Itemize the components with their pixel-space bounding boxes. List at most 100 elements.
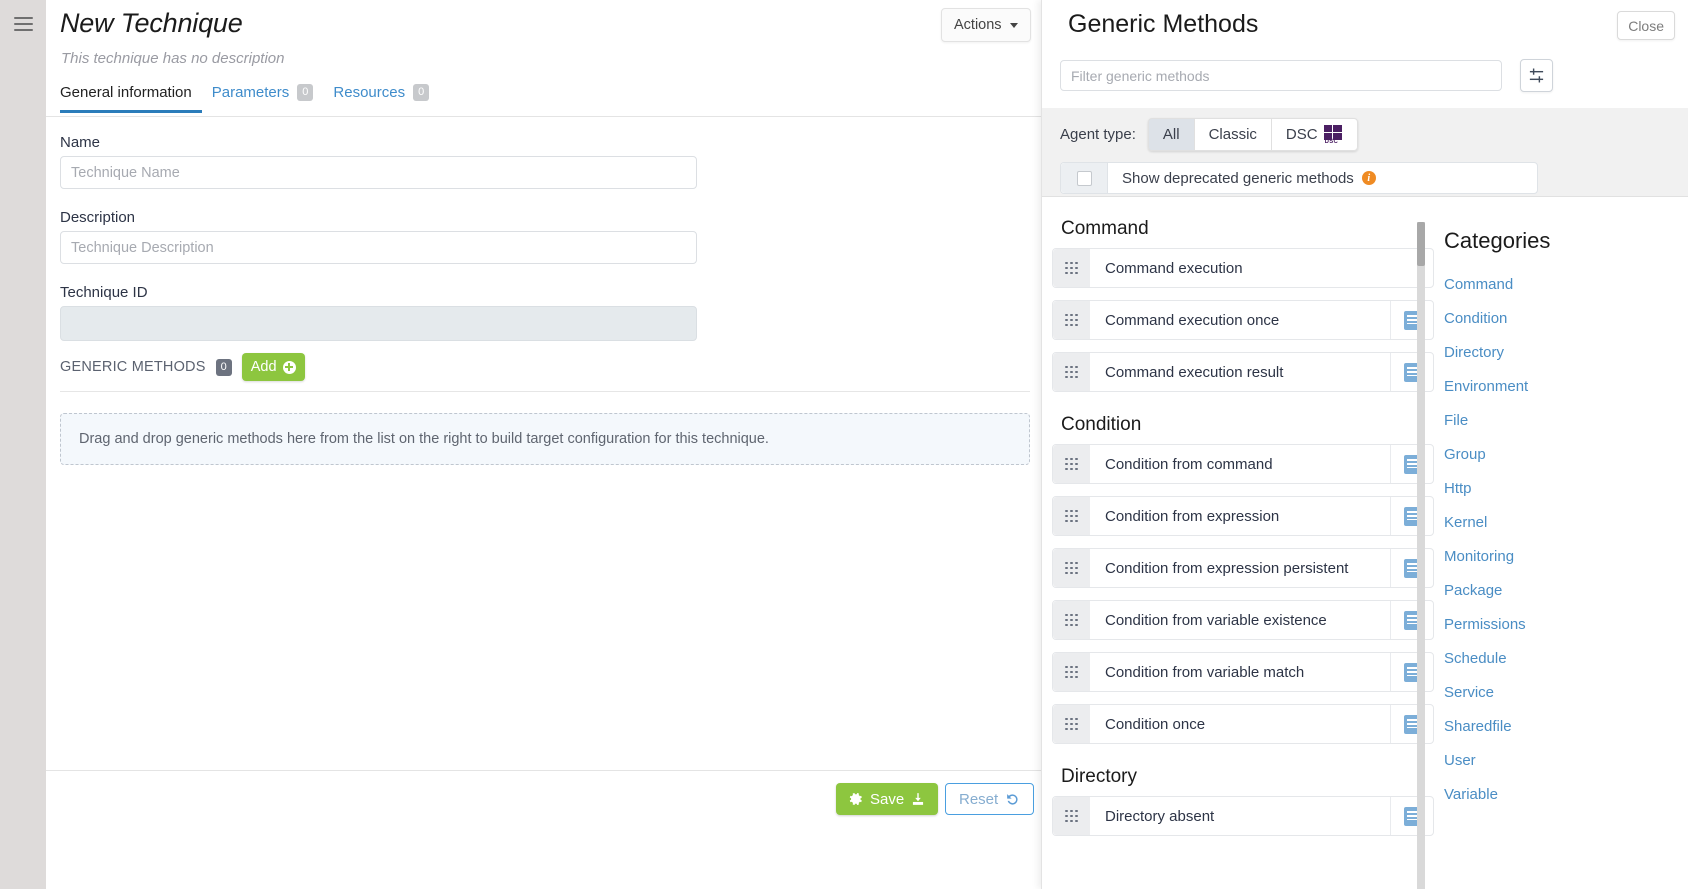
generic-method-row[interactable]: Condition once xyxy=(1052,704,1434,744)
method-documentation-button[interactable] xyxy=(1390,705,1433,743)
category-link-sharedfile[interactable]: Sharedfile xyxy=(1444,710,1688,744)
generic-methods-list[interactable]: CommandCommand execution Command executio… xyxy=(1052,208,1434,889)
method-documentation-button[interactable] xyxy=(1390,549,1433,587)
tab-badge-parameters: 0 xyxy=(297,84,313,101)
category-link-variable[interactable]: Variable xyxy=(1444,778,1688,812)
agent-type-option-classic[interactable]: Classic xyxy=(1194,118,1271,151)
generic-method-row[interactable]: Command execution result xyxy=(1052,352,1434,392)
category-link-user[interactable]: User xyxy=(1444,744,1688,778)
generic-method-row[interactable]: Condition from expression persistent xyxy=(1052,548,1434,588)
left-sidebar-rail xyxy=(0,0,46,889)
drag-handle-icon[interactable] xyxy=(1053,497,1090,535)
generic-method-name: Condition from variable match xyxy=(1090,653,1390,691)
dsc-logo-icon: DSC xyxy=(1324,125,1343,145)
description-input[interactable] xyxy=(60,231,697,264)
actions-button[interactable]: Actions xyxy=(941,8,1031,42)
category-link-monitoring[interactable]: Monitoring xyxy=(1444,540,1688,574)
tab-bar: General information Parameters 0 Resourc… xyxy=(60,84,1041,116)
save-button-label: Save xyxy=(870,791,904,808)
show-deprecated-checkbox-cell[interactable] xyxy=(1061,163,1108,193)
drag-handle-icon[interactable] xyxy=(1053,445,1090,483)
drag-handle-icon[interactable] xyxy=(1053,653,1090,691)
method-documentation-button[interactable] xyxy=(1390,445,1433,483)
generic-method-name: Condition from variable existence xyxy=(1090,601,1390,639)
hamburger-menu-icon[interactable] xyxy=(14,17,33,31)
tab-label: General information xyxy=(60,84,192,101)
drag-handle-icon[interactable] xyxy=(1053,797,1090,835)
generic-method-row[interactable]: Condition from variable match xyxy=(1052,652,1434,692)
methods-list-scrollbar[interactable] xyxy=(1417,222,1425,889)
method-documentation-button[interactable] xyxy=(1390,797,1433,835)
agent-type-option-all[interactable]: All xyxy=(1148,118,1194,151)
technique-id-input[interactable] xyxy=(60,306,697,341)
drag-handle-icon[interactable] xyxy=(1053,549,1090,587)
name-field-label: Name xyxy=(60,134,100,151)
dsc-logo-text: DSC xyxy=(1325,139,1339,145)
agent-type-option-label: All xyxy=(1163,126,1180,143)
category-link-file[interactable]: File xyxy=(1444,404,1688,438)
show-deprecated-checkbox[interactable] xyxy=(1077,171,1092,186)
drag-handle-icon[interactable] xyxy=(1053,601,1090,639)
sliders-icon xyxy=(1528,67,1545,84)
name-input[interactable] xyxy=(60,156,697,189)
methods-list-scrollbar-thumb[interactable] xyxy=(1417,222,1425,266)
category-link-condition[interactable]: Condition xyxy=(1444,302,1688,336)
generic-method-row[interactable]: Command execution once xyxy=(1052,300,1434,340)
tab-parameters[interactable]: Parameters 0 xyxy=(202,84,324,113)
category-link-service[interactable]: Service xyxy=(1444,676,1688,710)
method-documentation-button[interactable] xyxy=(1390,653,1433,691)
generic-method-row[interactable]: Condition from expression xyxy=(1052,496,1434,536)
agent-type-button-group: All Classic DSC DSC xyxy=(1148,118,1358,151)
chevron-down-icon xyxy=(1010,23,1018,28)
generic-method-name: Command execution result xyxy=(1090,353,1390,391)
save-button[interactable]: Save xyxy=(836,783,938,815)
category-link-environment[interactable]: Environment xyxy=(1444,370,1688,404)
drag-handle-icon[interactable] xyxy=(1053,301,1090,339)
generic-method-row[interactable]: Condition from variable existence xyxy=(1052,600,1434,640)
show-deprecated-row[interactable]: Show deprecated generic methods i xyxy=(1060,162,1538,194)
category-link-schedule[interactable]: Schedule xyxy=(1444,642,1688,676)
generic-method-row[interactable]: Command execution xyxy=(1052,248,1434,288)
reset-button[interactable]: Reset xyxy=(945,783,1034,815)
method-documentation-button[interactable] xyxy=(1390,601,1433,639)
filter-generic-methods-input[interactable] xyxy=(1060,60,1502,91)
close-drawer-button[interactable]: Close xyxy=(1617,11,1675,40)
generic-methods-dropzone[interactable]: Drag and drop generic methods here from … xyxy=(60,413,1030,465)
method-group-title: Command xyxy=(1052,208,1434,248)
generic-method-name: Command execution once xyxy=(1090,301,1390,339)
agent-type-option-label: DSC xyxy=(1286,126,1318,143)
generic-method-row[interactable]: Condition from command xyxy=(1052,444,1434,484)
category-link-group[interactable]: Group xyxy=(1444,438,1688,472)
generic-methods-title: GENERIC METHODS xyxy=(60,359,206,375)
drag-handle-icon[interactable] xyxy=(1053,353,1090,391)
filter-settings-button[interactable] xyxy=(1520,59,1553,92)
tab-general-information[interactable]: General information xyxy=(60,84,202,113)
hamburger-bar xyxy=(14,23,33,25)
category-link-http[interactable]: Http xyxy=(1444,472,1688,506)
generic-method-row[interactable]: Directory absent xyxy=(1052,796,1434,836)
drag-handle-icon[interactable] xyxy=(1053,705,1090,743)
info-icon[interactable]: i xyxy=(1362,171,1376,185)
method-documentation-button[interactable] xyxy=(1390,353,1433,391)
category-link-command[interactable]: Command xyxy=(1444,268,1688,302)
category-link-directory[interactable]: Directory xyxy=(1444,336,1688,370)
generic-methods-count-badge: 0 xyxy=(216,359,232,376)
description-field-label: Description xyxy=(60,209,135,226)
tab-resources[interactable]: Resources 0 xyxy=(323,84,439,113)
agent-type-option-label: Classic xyxy=(1209,126,1257,143)
agent-type-option-dsc[interactable]: DSC DSC xyxy=(1271,118,1358,151)
tab-label: Parameters xyxy=(212,84,290,101)
drawer-title: Generic Methods xyxy=(1068,10,1258,39)
category-link-permissions[interactable]: Permissions xyxy=(1444,608,1688,642)
drag-handle-icon[interactable] xyxy=(1053,249,1090,287)
generic-method-name: Condition once xyxy=(1090,705,1390,743)
category-link-package[interactable]: Package xyxy=(1444,574,1688,608)
add-generic-method-button[interactable]: Add xyxy=(242,353,305,381)
method-documentation-button[interactable] xyxy=(1390,301,1433,339)
undo-arrow-icon xyxy=(1005,792,1020,807)
tab-label: Resources xyxy=(333,84,405,101)
method-documentation-button[interactable] xyxy=(1390,497,1433,535)
category-link-kernel[interactable]: Kernel xyxy=(1444,506,1688,540)
dropzone-hint-text: Drag and drop generic methods here from … xyxy=(61,431,769,447)
generic-method-name: Condition from expression persistent xyxy=(1090,549,1390,587)
